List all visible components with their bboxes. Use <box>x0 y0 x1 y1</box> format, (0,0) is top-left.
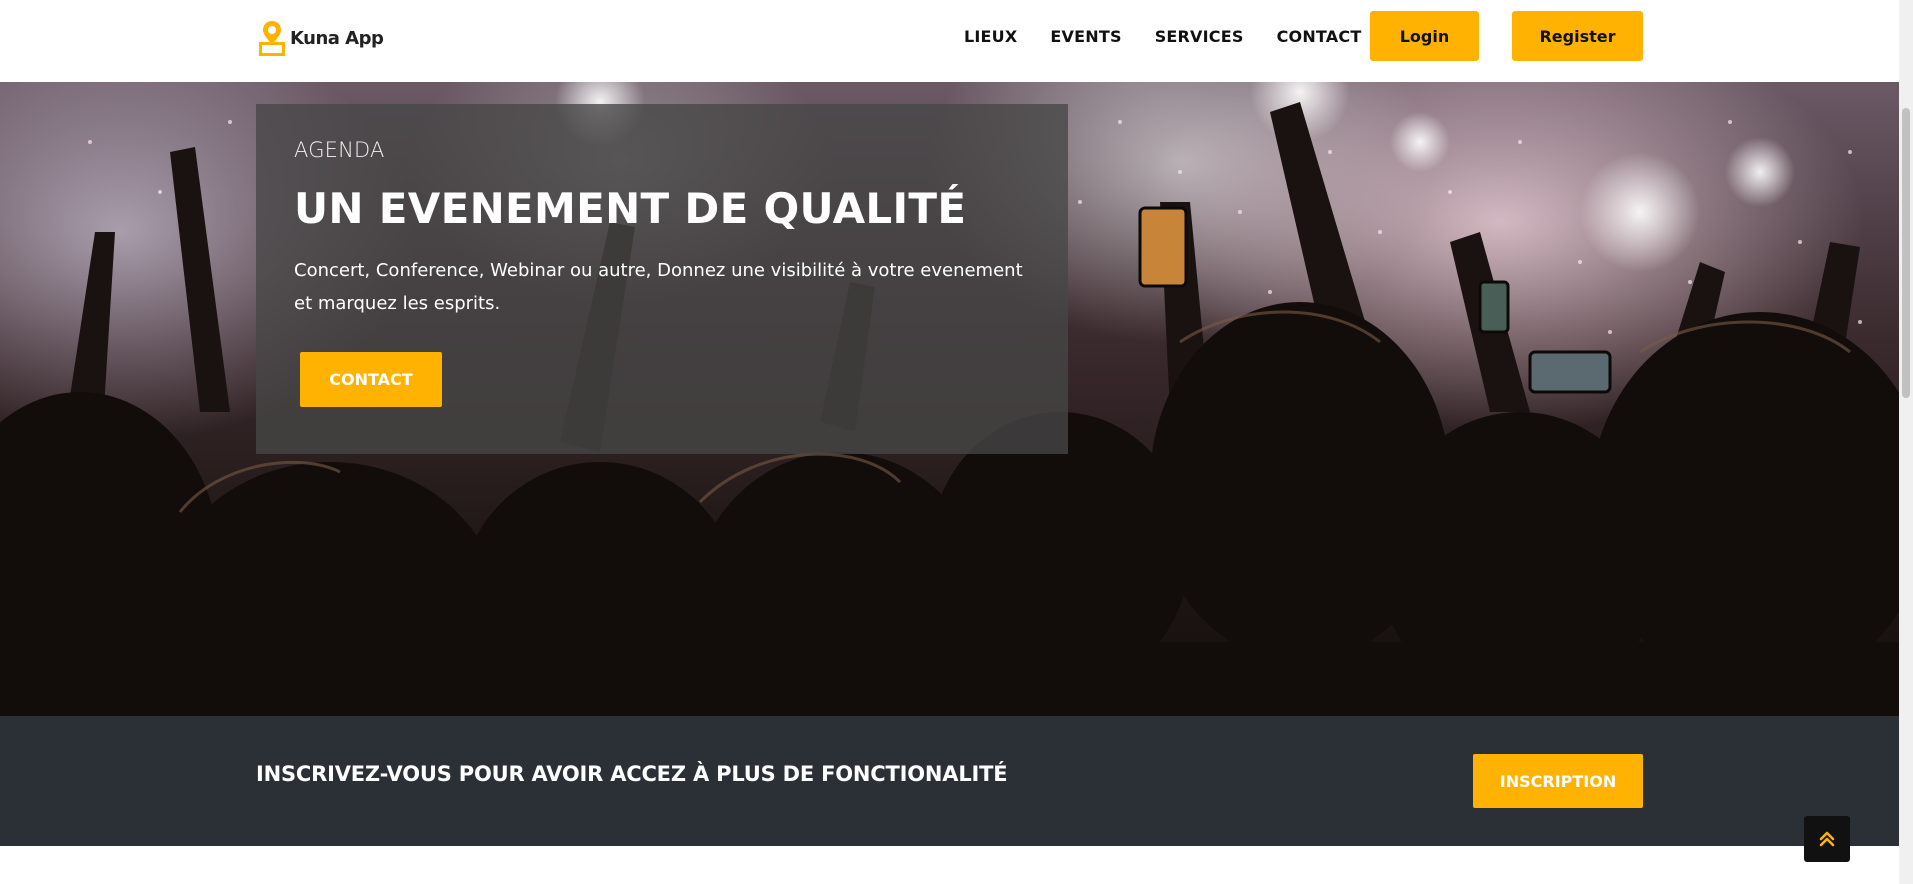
brand-logo[interactable]: Kuna App <box>256 18 384 58</box>
nav-link-lieux[interactable]: LIEUX <box>964 27 1017 46</box>
top-navbar: Kuna App LIEUX EVENTS SERVICES CONTACT L… <box>0 0 1899 82</box>
hero-eyebrow: AGENDA <box>294 138 385 162</box>
double-chevron-up-icon <box>1819 831 1835 847</box>
nav-link-events[interactable]: EVENTS <box>1050 27 1121 46</box>
nav-link-services[interactable]: SERVICES <box>1155 27 1244 46</box>
scrollbar-thumb[interactable] <box>1902 108 1910 398</box>
signup-banner-text: INSCRIVEZ-VOUS POUR AVOIR ACCEZ À PLUS D… <box>256 762 1008 786</box>
hero-card: AGENDA UN EVENEMENT DE QUALITÉ Concert, … <box>256 104 1068 454</box>
signup-banner: INSCRIVEZ-VOUS POUR AVOIR ACCEZ À PLUS D… <box>0 716 1899 846</box>
inscription-button[interactable]: INSCRIPTION <box>1473 754 1643 808</box>
brand-name: Kuna App <box>290 27 384 49</box>
register-button[interactable]: Register <box>1512 11 1643 61</box>
page-scrollbar[interactable] <box>1899 0 1913 884</box>
hero-title: UN EVENEMENT DE QUALITÉ <box>294 184 967 233</box>
hero-contact-button[interactable]: CONTACT <box>300 352 442 407</box>
hero-description: Concert, Conference, Webinar ou autre, D… <box>294 260 1023 314</box>
back-to-top-button[interactable] <box>1804 816 1850 862</box>
main-nav: LIEUX EVENTS SERVICES CONTACT <box>964 27 1394 46</box>
nav-link-contact[interactable]: CONTACT <box>1277 27 1362 46</box>
hero-section: AGENDA UN EVENEMENT DE QUALITÉ Concert, … <box>0 82 1899 716</box>
login-button[interactable]: Login <box>1370 11 1479 61</box>
map-pin-icon <box>259 21 285 56</box>
